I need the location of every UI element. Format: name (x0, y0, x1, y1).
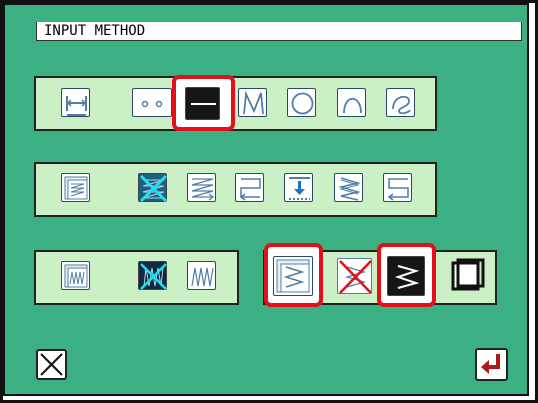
frame-button[interactable] (449, 258, 486, 294)
window-title: INPUT METHOD (44, 23, 146, 39)
zigzag-button[interactable] (187, 261, 216, 290)
fill-zigzag-button[interactable] (334, 173, 363, 202)
zigzag-disabled-button[interactable] (138, 261, 167, 290)
fill-stitch-pattern-button[interactable] (61, 173, 90, 202)
fill-arrows-button[interactable] (187, 173, 216, 202)
cross-disabled-button[interactable] (337, 258, 372, 294)
enter-icon (481, 354, 500, 374)
fill-arrows-icon (191, 178, 214, 201)
circle-button[interactable] (287, 88, 316, 117)
curve-icon (392, 95, 411, 115)
point-icon (141, 100, 163, 108)
main-panel: INPUT METHOD (3, 3, 529, 396)
two-point-line-button[interactable] (61, 88, 90, 117)
zigzag-pattern-button[interactable] (61, 261, 90, 290)
title-bar: INPUT METHOD (36, 22, 522, 41)
shape-row-panel (34, 76, 437, 131)
close-icon (40, 353, 63, 376)
arc-button[interactable] (337, 88, 366, 117)
zigzag-disabled-icon (140, 263, 167, 290)
polyline-button[interactable] (238, 88, 267, 117)
zigzag-dark-button[interactable] (387, 256, 425, 296)
zigzag-icon (191, 267, 214, 287)
zigzag-stitch-pattern-icon (276, 259, 310, 293)
enter-button[interactable] (475, 348, 508, 381)
zigzag-stitch-pattern-button[interactable] (273, 256, 313, 296)
arc-icon (343, 97, 362, 114)
two-point-line-icon (66, 96, 87, 116)
fill-return-button[interactable] (235, 173, 264, 202)
fill-disabled-button[interactable] (138, 173, 168, 203)
straight-line-button[interactable] (185, 87, 220, 120)
fill-down-arrow-button[interactable] (284, 173, 313, 202)
zigzag-pattern-icon (64, 264, 88, 288)
polyline-icon (243, 90, 264, 115)
fill-reverse-button[interactable] (383, 173, 412, 202)
fill-stitch-pattern-icon (64, 176, 88, 200)
cancel-button[interactable] (36, 349, 67, 380)
frame-icon (451, 258, 485, 291)
fill-disabled-icon (139, 174, 168, 203)
fill-down-arrow-icon (289, 177, 310, 200)
point-button[interactable] (132, 88, 172, 117)
straight-line-icon (191, 103, 216, 105)
fill-reverse-icon (387, 178, 409, 201)
fill-return-icon (239, 178, 261, 201)
fill-zigzag-icon (338, 177, 361, 201)
curve-button[interactable] (386, 88, 415, 117)
zigzag-dark-icon (394, 265, 420, 289)
cross-disabled-icon (339, 260, 372, 294)
circle-icon (291, 92, 314, 115)
